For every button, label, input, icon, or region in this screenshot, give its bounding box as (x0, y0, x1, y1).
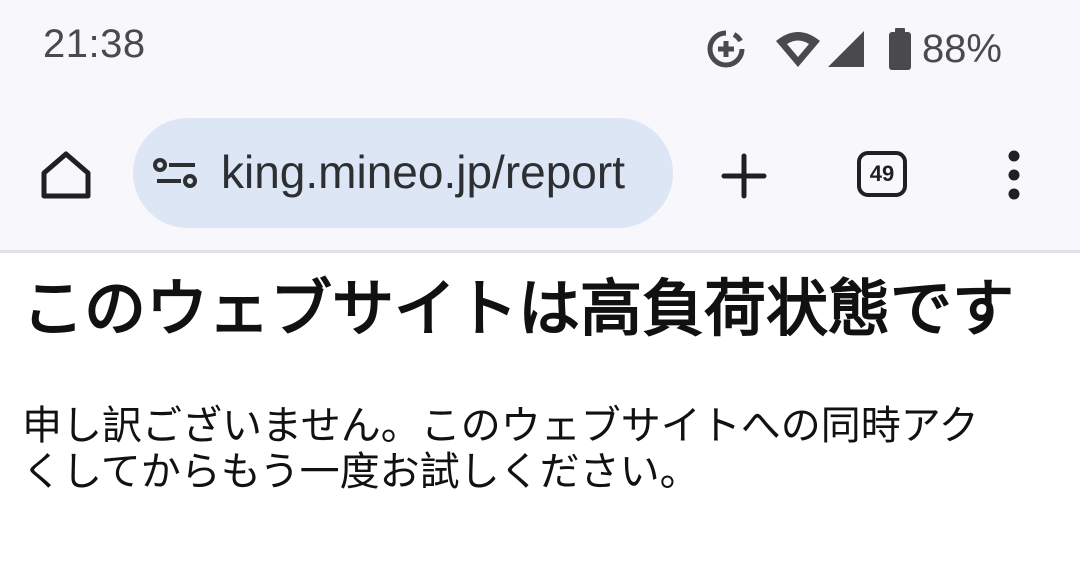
battery-icon (888, 28, 912, 70)
browser-toolbar: king.mineo.jp/report 49 (0, 100, 1080, 250)
site-info-icon (153, 158, 197, 188)
battery-percent: 88% (921, 26, 1002, 71)
status-bar: 21:38 88% (0, 0, 1080, 100)
browser-screen: 21:38 88% king.mineo.jp/report 49 このウェブサ… (0, 0, 1080, 561)
new-tab-button[interactable] (718, 150, 770, 202)
page-message: 申し訳ございません。このウェブサイトへの同時アク くしてからもう一度お試しくださ… (22, 403, 1080, 495)
address-bar[interactable]: king.mineo.jp/report (133, 118, 673, 228)
more-menu-button[interactable] (994, 148, 1034, 204)
cell-signal-icon (826, 29, 866, 69)
tab-switcher-button[interactable]: 49 (857, 151, 907, 197)
status-time: 21:38 (43, 22, 146, 66)
message-line-2: くしてからもう一度お試しください。 (22, 449, 700, 495)
more-vert-icon (1008, 150, 1020, 200)
home-button[interactable] (36, 145, 96, 205)
tab-count: 49 (869, 161, 895, 186)
message-line-1: 申し訳ございません。このウェブサイトへの同時アク (22, 403, 979, 449)
wifi-icon (774, 29, 822, 69)
home-icon (41, 151, 91, 199)
status-icons: 88% (706, 26, 1002, 72)
url-text[interactable]: king.mineo.jp/report (221, 143, 651, 201)
data-saver-icon (706, 29, 746, 69)
site-info-button[interactable] (153, 158, 199, 188)
web-page-content: このウェブサイトは高負荷状態です 申し訳ございません。このウェブサイトへの同時ア… (0, 253, 1080, 561)
page-heading: このウェブサイトは高負荷状態です (22, 272, 1015, 345)
plus-icon (721, 153, 767, 199)
